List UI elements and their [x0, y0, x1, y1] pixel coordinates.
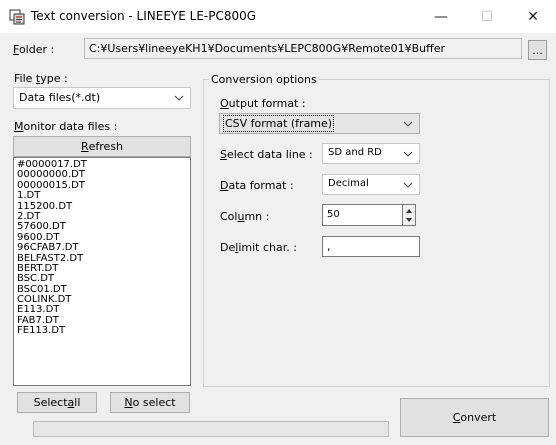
progress-bar	[33, 421, 389, 437]
close-button[interactable]: ✕	[510, 0, 556, 33]
data-line-dropdown[interactable]: SD and RD	[322, 143, 420, 164]
data-format-value: Decimal	[328, 178, 369, 189]
chevron-down-icon	[174, 95, 184, 101]
chevron-down-icon	[403, 182, 413, 188]
output-format-label: Output format :	[220, 97, 306, 110]
file-type-dropdown[interactable]: Data files(*.dt)	[13, 87, 191, 109]
app-icon	[9, 9, 25, 25]
delimit-char-input[interactable]: ,	[322, 236, 420, 257]
spin-up-icon[interactable]	[404, 206, 414, 215]
output-format-dropdown[interactable]: CSV format (frame)	[219, 113, 420, 134]
file-list-item[interactable]: 96CFAB7.DT	[14, 242, 190, 253]
browse-folder-button[interactable]: ...	[528, 40, 547, 60]
conversion-options-title: Conversion options	[209, 73, 319, 86]
output-format-value: CSV format (frame)	[222, 115, 335, 132]
file-list[interactable]: #0000017.DT 00000000.DT 00000015.DT 1.DT 115…	[13, 157, 191, 386]
maximize-icon: ☐	[480, 8, 494, 25]
no-select-button[interactable]: No select	[110, 392, 190, 413]
convert-button[interactable]: Convert	[400, 398, 549, 437]
data-line-label: Select data line :	[220, 148, 313, 161]
data-line-value: SD and RD	[328, 147, 382, 158]
window-title: Text conversion - LINEEYE LE-PC800G	[31, 9, 257, 23]
column-input[interactable]: 50	[322, 204, 403, 226]
select-all-button[interactable]: Select a ll	[17, 392, 97, 413]
minimize-button[interactable]: —	[418, 0, 464, 33]
folder-label: Folder :	[13, 43, 55, 56]
monitor-files-label: Monitor data files :	[14, 120, 118, 133]
spin-down-icon[interactable]	[404, 216, 414, 225]
chevron-down-icon	[403, 151, 413, 157]
file-list-item[interactable]: 115200.DT	[14, 201, 190, 212]
folder-path-field: C:¥Users¥lineeyeKH1¥Documents¥LEPC800G¥R…	[84, 38, 522, 59]
column-spinner[interactable]	[403, 204, 416, 226]
file-list-item[interactable]: FE113.DT	[14, 325, 190, 336]
data-format-dropdown[interactable]: Decimal	[322, 174, 420, 195]
delimit-char-label: Delimit char. :	[220, 241, 297, 254]
minimize-icon: —	[434, 8, 448, 25]
file-list-item[interactable]: 1.DT	[14, 190, 190, 201]
refresh-button[interactable]: Refresh	[13, 136, 191, 157]
chevron-down-icon	[403, 121, 413, 127]
file-list-items: #0000017.DT 00000000.DT 00000015.DT 1.DT 115…	[14, 159, 190, 337]
file-type-label: File type :	[14, 72, 68, 85]
column-label: Column :	[220, 210, 270, 223]
file-type-value: Data files(*.dt)	[19, 91, 101, 104]
close-icon: ✕	[527, 8, 539, 25]
maximize-button[interactable]: ☐	[464, 0, 510, 33]
data-format-label: Data format :	[220, 179, 294, 192]
file-list-item[interactable]: 00000015.DT	[14, 180, 190, 191]
